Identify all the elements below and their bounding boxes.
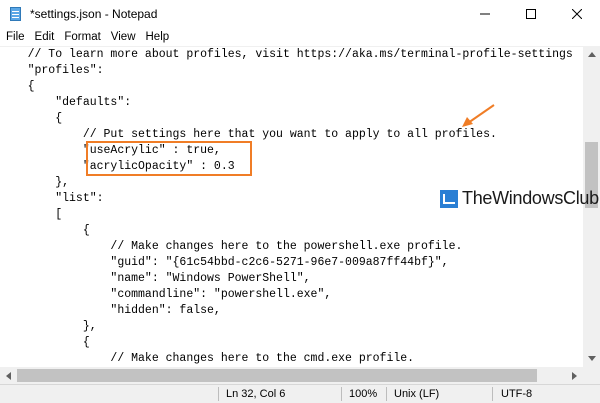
watermark: TheWindowsClub [440, 188, 599, 209]
windows-club-logo [440, 189, 458, 208]
scrollbar-corner [583, 367, 600, 384]
chevron-left-icon [6, 371, 11, 380]
status-bar: Ln 32, Col 6 100% Unix (LF) UTF-8 [0, 384, 600, 403]
window-title: *settings.json - Notepad [30, 7, 158, 21]
code-line: [ [0, 208, 63, 221]
code-line: "profiles": [0, 64, 104, 77]
code-line: "useAcrylic" : true, [0, 144, 221, 157]
chevron-right-icon [572, 371, 577, 380]
notepad-icon [8, 6, 24, 22]
code-line: "defaults": [0, 96, 132, 109]
code-line: // Put settings here that you want to ap… [0, 128, 497, 141]
menu-edit[interactable]: Edit [30, 28, 60, 46]
code-line: "hidden": false, [0, 304, 221, 317]
code-line: }, [0, 176, 70, 189]
cursor-position: Ln 32, Col 6 [226, 388, 286, 400]
code-line: "guid": "{61c54bbd-c2c6-5271-96e7-009a87… [0, 256, 449, 269]
annotation-arrow-icon [462, 104, 495, 127]
scroll-left-button[interactable] [0, 367, 17, 384]
maximize-button[interactable] [508, 0, 554, 28]
scroll-right-button[interactable] [566, 367, 583, 384]
scroll-down-button[interactable] [583, 350, 600, 367]
code-line: }, [0, 320, 97, 333]
minimize-icon [480, 13, 490, 15]
menu-format[interactable]: Format [59, 28, 105, 46]
menu-help[interactable]: Help [141, 28, 175, 46]
menu-file[interactable]: File [0, 28, 30, 46]
code-line: { [0, 224, 90, 237]
chevron-down-icon [587, 356, 596, 361]
code-line: "name": "Windows PowerShell", [0, 272, 311, 285]
watermark-text: TheWindowsClub [462, 188, 599, 208]
code-line: "commandline": "powershell.exe", [0, 288, 332, 301]
close-icon [572, 9, 582, 19]
menu-bar: File Edit Format View Help [0, 28, 600, 46]
minimize-button[interactable] [462, 0, 508, 28]
maximize-icon [526, 9, 536, 19]
code-line: // To learn more about profiles, visit h… [0, 48, 573, 61]
menu-view[interactable]: View [106, 28, 141, 46]
code-line: { [0, 336, 90, 349]
code-line: { [0, 112, 63, 125]
code-line: { [0, 80, 35, 93]
notepad-window: *settings.json - Notepad File Edit Forma… [0, 0, 600, 403]
close-button[interactable] [554, 0, 600, 28]
encoding: UTF-8 [501, 388, 533, 400]
zoom-level: 100% [349, 388, 378, 400]
chevron-up-icon [587, 52, 596, 57]
horizontal-scrollbar[interactable] [0, 367, 583, 384]
code-line: "list": [0, 192, 104, 205]
line-ending: Unix (LF) [394, 388, 440, 400]
horizontal-scroll-thumb[interactable] [17, 369, 537, 382]
code-line: // Make changes here to the cmd.exe prof… [0, 352, 415, 365]
code-line: "acrylicOpacity" : 0.3 [0, 160, 235, 173]
scroll-up-button[interactable] [583, 46, 600, 63]
title-bar: *settings.json - Notepad [0, 0, 600, 28]
code-line: // Make changes here to the powershell.e… [0, 240, 463, 253]
